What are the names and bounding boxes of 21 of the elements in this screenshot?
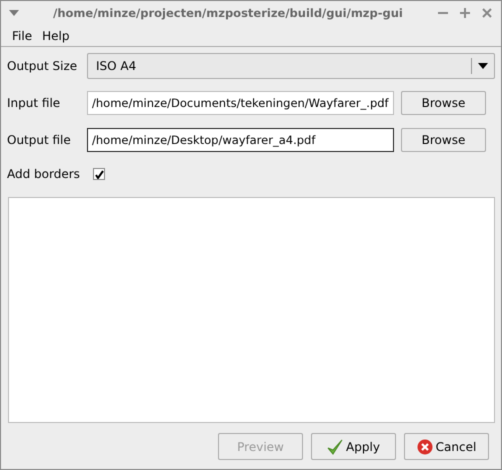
close-icon[interactable]	[481, 7, 493, 19]
field-label: Output file	[7, 133, 72, 147]
browse-button[interactable]: Browse	[401, 91, 486, 115]
window-menu-icon[interactable]	[9, 10, 19, 16]
window-title: /home/minze/projecten/mzposterize/build/gui/mzp-gui	[52, 6, 404, 20]
browse-button[interactable]: Browse	[401, 128, 486, 152]
file-path-field[interactable]: /home/minze/Desktop/wayfarer_a4.pdf	[87, 128, 394, 152]
size-dropdown[interactable]: ISO A4	[87, 53, 495, 79]
cancel-icon	[416, 438, 433, 454]
file-path-field[interactable]: /home/minze/Documents/tekeningen/Wayfarer_.pdf	[87, 91, 394, 115]
menu-item[interactable]: File	[11, 29, 34, 43]
dropdown-arrow-icon	[478, 63, 488, 69]
menu-item[interactable]: Help	[41, 29, 70, 43]
checkbox-label: Add borders	[7, 167, 81, 181]
field-label: Output Size	[7, 59, 78, 73]
dialog-button[interactable]: Cancel	[404, 433, 489, 460]
checkmark-icon	[327, 438, 344, 454]
maximize-icon[interactable]	[459, 7, 471, 19]
field-label: Input file	[7, 96, 62, 110]
dialog-button[interactable]: Apply	[311, 433, 396, 460]
borders-checkbox[interactable]	[93, 168, 105, 180]
